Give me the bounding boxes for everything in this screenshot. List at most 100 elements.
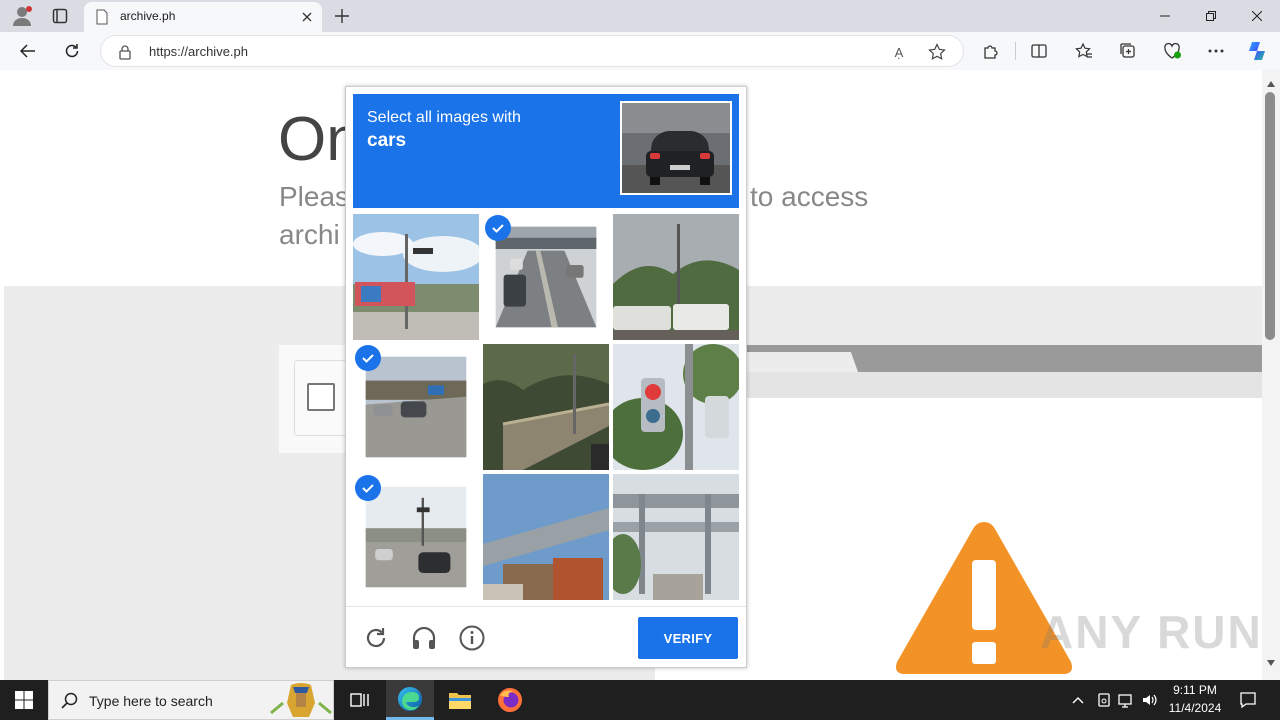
new-tab-button[interactable] (330, 4, 354, 28)
folder-icon (449, 693, 471, 709)
star-icon (928, 43, 946, 60)
captcha-tile[interactable] (613, 214, 739, 340)
notification-icon (1240, 692, 1256, 709)
new-challenge-button[interactable] (362, 624, 390, 652)
tab-archive[interactable]: archive.ph (84, 2, 322, 32)
taskbar-firefox[interactable] (486, 680, 534, 720)
tray-volume-button[interactable] (1140, 690, 1160, 710)
toolbar-divider (1015, 42, 1016, 60)
extensions-button[interactable] (979, 39, 1003, 63)
close-window-button[interactable] (1234, 0, 1280, 32)
task-view-button[interactable] (336, 680, 384, 720)
add-favorite-button[interactable] (927, 42, 947, 62)
bridge-trees-image (483, 344, 609, 470)
clock-date[interactable]: 11/4/2024 (1160, 701, 1230, 715)
headphones-icon (412, 626, 436, 649)
captcha-tile[interactable] (483, 344, 609, 470)
rv-parking-image (613, 214, 739, 340)
reload-icon (65, 44, 79, 58)
challenge-divider (346, 606, 746, 607)
intersection-cars-image (365, 486, 467, 588)
help-button[interactable] (458, 624, 486, 652)
address-bar[interactable]: https://archive.ph Ạ (100, 35, 964, 67)
highway-cars-image (495, 226, 597, 328)
tray-overflow-button[interactable] (1068, 690, 1088, 710)
url-text[interactable]: https://archive.ph (149, 44, 248, 59)
restore-icon (1206, 11, 1216, 21)
tab-title: archive.ph (120, 9, 176, 23)
copilot-button[interactable] (1245, 39, 1269, 63)
audio-challenge-button[interactable] (410, 624, 438, 652)
profile-icon (13, 6, 32, 26)
page-subtext-end: to access (750, 181, 869, 212)
scroll-down-icon[interactable] (1266, 659, 1276, 667)
notifications-button[interactable] (1236, 688, 1260, 712)
captcha-checkbox[interactable] (307, 383, 335, 411)
scroll-up-icon[interactable] (1266, 80, 1276, 88)
volume-icon (1143, 694, 1157, 706)
captcha-tile[interactable] (353, 214, 479, 340)
tray-device-button[interactable] (1094, 690, 1114, 710)
traffic-light-image (613, 344, 739, 470)
lock-icon[interactable] (117, 44, 133, 60)
restore-button[interactable] (1188, 0, 1234, 32)
task-view-icon (350, 693, 369, 707)
favorites-icon (1075, 42, 1092, 58)
arrow-left-icon (20, 44, 35, 58)
search-icon (61, 692, 78, 709)
taskbar-file-explorer[interactable] (436, 680, 484, 720)
edge-icon (398, 686, 422, 711)
page-subtext-line2: archi (279, 219, 340, 250)
tray-network-button[interactable] (1116, 690, 1136, 710)
device-icon (1098, 693, 1110, 707)
collections-icon (1120, 43, 1135, 58)
close-icon (302, 12, 312, 22)
search-placeholder: Type here to search (89, 693, 213, 709)
clock-time[interactable]: 9:11 PM (1160, 683, 1230, 697)
tab-close-button[interactable] (298, 8, 316, 26)
settings-more-button[interactable] (1204, 39, 1228, 63)
search-highlight-image (270, 683, 332, 717)
windows-icon (15, 691, 33, 709)
network-icon (1118, 694, 1132, 708)
favorites-button[interactable] (1072, 39, 1096, 63)
close-icon (1252, 11, 1262, 21)
reload-icon (366, 628, 386, 648)
selected-check-icon (355, 345, 381, 371)
captcha-example-image (620, 101, 732, 195)
more-icon (1208, 49, 1224, 53)
tabs-icon (52, 8, 68, 24)
split-screen-button[interactable] (1027, 39, 1051, 63)
taskbar-search[interactable]: Type here to search (48, 680, 334, 720)
car-rear-image (622, 103, 730, 193)
captcha-tile[interactable] (613, 344, 739, 470)
taskbar-edge[interactable] (386, 680, 434, 720)
back-button[interactable] (14, 39, 42, 63)
page-subtext: Pleas (279, 181, 350, 212)
verify-button[interactable]: VERIFY (638, 617, 738, 659)
captcha-tile[interactable] (613, 474, 739, 600)
collections-button[interactable] (1116, 39, 1140, 63)
browser-essentials-button[interactable] (1160, 39, 1184, 63)
read-aloud-button[interactable]: Ạ (889, 42, 909, 62)
read-aloud-icon: Ạ (894, 44, 904, 60)
reload-button[interactable] (58, 39, 86, 63)
split-screen-icon (1031, 44, 1047, 58)
road-cars-image (365, 356, 467, 458)
selected-check-icon (355, 475, 381, 501)
captcha-tile[interactable] (483, 474, 609, 600)
profile-button[interactable] (8, 4, 36, 28)
start-button[interactable] (0, 680, 48, 720)
page-subband (740, 372, 1262, 398)
minimize-button[interactable] (1142, 0, 1188, 32)
watermark: ANY RUN (1040, 606, 1263, 658)
heartbeat-icon (1164, 42, 1181, 59)
billboard-street-image (353, 214, 479, 340)
minimize-icon (1160, 15, 1170, 17)
elevated-rail-image (613, 474, 739, 600)
overpass-truck-image (483, 474, 609, 600)
info-icon (459, 625, 485, 651)
tab-actions-button[interactable] (46, 4, 74, 28)
scroll-thumb[interactable] (1265, 92, 1275, 340)
firefox-icon (498, 688, 522, 712)
